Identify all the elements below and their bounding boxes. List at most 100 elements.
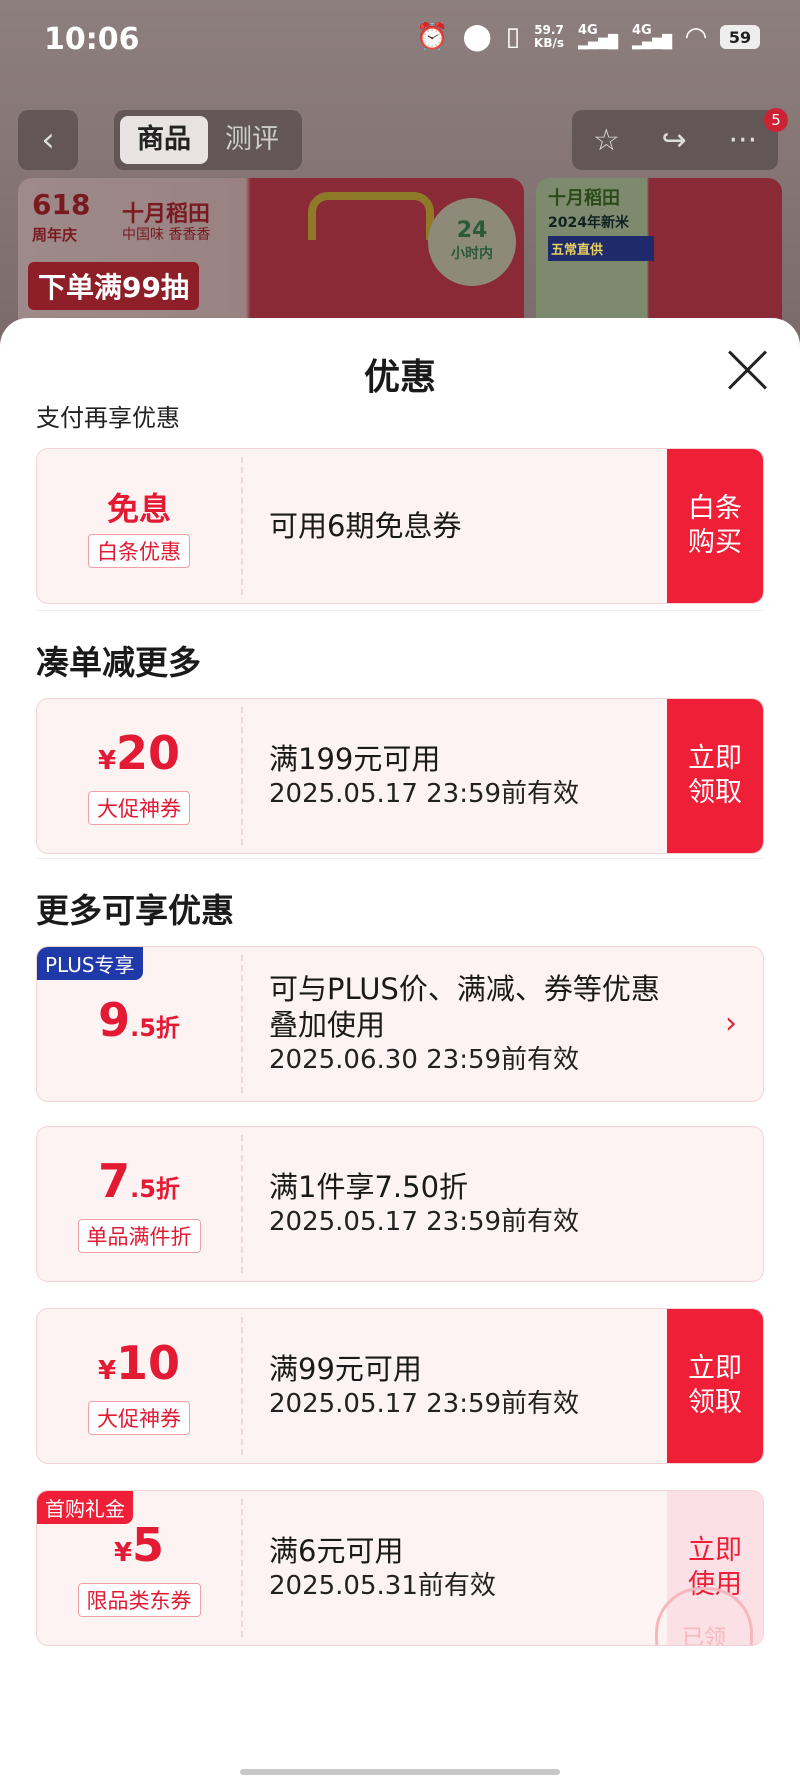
coupon-tag: 限品类东券 [77, 1583, 201, 1617]
bag-handle-icon [308, 192, 434, 240]
coupon-5: 首购礼金 ¥5 限品类东券 满6元可用 2025.05.31前有效 立即使用 已… [36, 1490, 764, 1646]
claim-button[interactable]: 立即领取 [667, 1309, 763, 1463]
anniversary-number: 618 [32, 188, 91, 221]
coupon-value: 9.5折 [37, 947, 241, 1101]
coupon-value: 7.5折 单品满件折 [37, 1127, 241, 1281]
close-icon[interactable] [726, 348, 770, 392]
coupon-divider [241, 457, 243, 595]
product-image-2: 十月稻田 2024年新米 五常直供 [536, 178, 782, 338]
coupon-10: ¥10 大促神券 满99元可用 2025.05.17 23:59前有效 立即领取 [36, 1308, 764, 1464]
status-time: 10:06 [44, 22, 140, 57]
discount-suffix: .5折 [130, 1014, 180, 1042]
background-app: 10:06 ⏰ ⬤ ▯ 59.7 KB/s 4G ▂▄▆█ 4G ▂▄▆█ ◠ 59… [0, 0, 800, 340]
coupon-tag: 大促神券 [88, 791, 190, 825]
tab-product[interactable]: 商品 [120, 116, 208, 164]
star-icon[interactable]: ☆ [593, 123, 620, 158]
coupon-condition: 满6元可用 [269, 1534, 404, 1568]
more-icon[interactable]: ··· [729, 123, 758, 158]
coupon-tag: 白条优惠 [88, 534, 190, 568]
coupon-amount: 7.5折 [98, 1155, 180, 1215]
coupon-desc: 满1件享7.50折 2025.05.17 23:59前有效 [269, 1127, 663, 1281]
coupon-condition-cont: 叠加使用 [269, 1008, 386, 1042]
chevron-right-icon: › [725, 1006, 737, 1041]
home-indicator[interactable] [240, 1769, 560, 1775]
coupon-condition: 可与PLUS价、满减、券等优惠 [269, 972, 660, 1006]
back-button[interactable]: ‹ [18, 110, 78, 170]
coupon-desc: 可用6期免息券 [269, 449, 663, 603]
coupon-condition: 满199元可用 [269, 742, 441, 776]
new-rice-label: 2024年新米 [548, 215, 629, 231]
coupon-value: ¥20 大促神券 [37, 699, 241, 853]
more-section-title: 更多可享优惠 [36, 891, 234, 930]
sheet-title: 优惠 [363, 357, 436, 398]
coupon-amount: 9.5折 [98, 994, 180, 1054]
yen-symbol: ¥ [97, 746, 117, 776]
seal-text: 小时内 [451, 246, 493, 262]
action-label: 白条购买 [688, 493, 742, 558]
notification-badge: 5 [764, 108, 788, 132]
coupon-condition: 满99元可用 [269, 1352, 422, 1386]
product-image-1: 618 周年庆 十月稻田 中国味 香香香 下单满99抽 24 小时内 [18, 178, 524, 338]
coupon-desc: 满199元可用 2025.05.17 23:59前有效 [269, 699, 663, 853]
net-speed: 59.7 KB/s [534, 24, 564, 50]
action-label: 立即领取 [688, 743, 742, 808]
coupon-big-text: 免息 [106, 490, 171, 528]
yen-symbol: ¥ [113, 1538, 133, 1568]
signal-label: 4G [578, 23, 598, 38]
coupon-value: ¥10 大促神券 [37, 1309, 241, 1463]
coupon-amount: ¥20 [98, 727, 180, 787]
coupon-desc: 可与PLUS价、满减、券等优惠 叠加使用 2025.06.30 23:59前有效 [269, 947, 703, 1101]
amount-value: 5 [132, 1518, 165, 1572]
baitiao-buy-button[interactable]: 白条购买 [667, 449, 763, 603]
tab-review[interactable]: 测评 [208, 116, 296, 164]
coupon-divider [241, 955, 243, 1093]
claim-button[interactable]: 立即领取 [667, 699, 763, 853]
signal-icon: 4G ▂▄▆█ [578, 23, 618, 50]
coupon-divider [241, 1499, 243, 1637]
coupon-desc: 满6元可用 2025.05.31前有效 [269, 1491, 663, 1645]
net-speed-value: 59.7 [534, 23, 564, 37]
plus-discount-coupon[interactable]: PLUS专享 9.5折 可与PLUS价、满减、券等优惠 叠加使用 2025.06… [36, 946, 764, 1102]
net-speed-unit: KB/s [534, 36, 564, 50]
anniversary-logo: 618 周年庆 [32, 190, 90, 250]
pay-section-title: 支付再享优惠 [36, 404, 180, 432]
coupon-value: ¥5 限品类东券 [37, 1491, 241, 1645]
discount-suffix: .5折 [130, 1175, 180, 1203]
baitiao-coupon: 免息 白条优惠 可用6期免息券 白条购买 [36, 448, 764, 604]
discount-value: 9 [98, 993, 131, 1047]
brand-slogan: 中国味 香香香 [122, 227, 211, 243]
coupon-desc: 满99元可用 2025.05.17 23:59前有效 [269, 1309, 663, 1463]
yen-symbol: ¥ [97, 1356, 117, 1386]
anniversary-text: 周年庆 [32, 226, 78, 244]
coupon-condition: 满1件享7.50折 [269, 1170, 469, 1204]
status-bar: 10:06 ⏰ ⬤ ▯ 59.7 KB/s 4G ▂▄▆█ 4G ▂▄▆█ ◠ 59 [0, 0, 800, 80]
coupon-expiry: 2025.05.17 23:59前有效 [269, 1389, 580, 1419]
coupon-divider [241, 1135, 243, 1273]
coupon-expiry: 2025.05.17 23:59前有效 [269, 779, 580, 809]
brand-name: 十月稻田 [548, 188, 620, 209]
divider [36, 858, 764, 859]
coupon-amount: ¥10 [98, 1337, 180, 1397]
item-discount-coupon: 7.5折 单品满件折 满1件享7.50折 2025.05.17 23:59前有效 [36, 1126, 764, 1282]
action-label: 立即领取 [688, 1353, 742, 1418]
discount-value: 7 [98, 1154, 131, 1208]
divider [36, 610, 764, 611]
promo-text: 下单满99抽 [28, 262, 199, 310]
seal-hours: 24 [456, 218, 488, 243]
coupon-expiry: 2025.06.30 23:59前有效 [269, 1045, 580, 1075]
discount-sheet: 优惠 支付再享优惠 免息 白条优惠 可用6期免息券 白条购买 凑单减更多 ¥20… [0, 318, 800, 1777]
amount-value: 10 [116, 1336, 181, 1390]
share-icon[interactable]: ↪ [662, 123, 687, 158]
coupon-divider [241, 707, 243, 845]
coupon-tag: 大促神券 [88, 1401, 190, 1435]
location-icon: ⬤ [462, 22, 492, 52]
coupon-tag: 单品满件折 [77, 1219, 201, 1253]
coupon-condition: 可用6期免息券 [269, 509, 462, 543]
coupon-20: ¥20 大促神券 满199元可用 2025.05.17 23:59前有效 立即领… [36, 698, 764, 854]
status-icons: ⏰ ⬤ ▯ 59.7 KB/s 4G ▂▄▆█ 4G ▂▄▆█ ◠ 59 [416, 24, 760, 50]
coupon-divider [241, 1317, 243, 1455]
nav-actions: ☆ ↪ ··· [572, 110, 778, 170]
coupon-expiry: 2025.05.31前有效 [269, 1571, 496, 1601]
nav-tabs: 商品 测评 [114, 110, 302, 170]
amount-value: 20 [116, 726, 181, 780]
